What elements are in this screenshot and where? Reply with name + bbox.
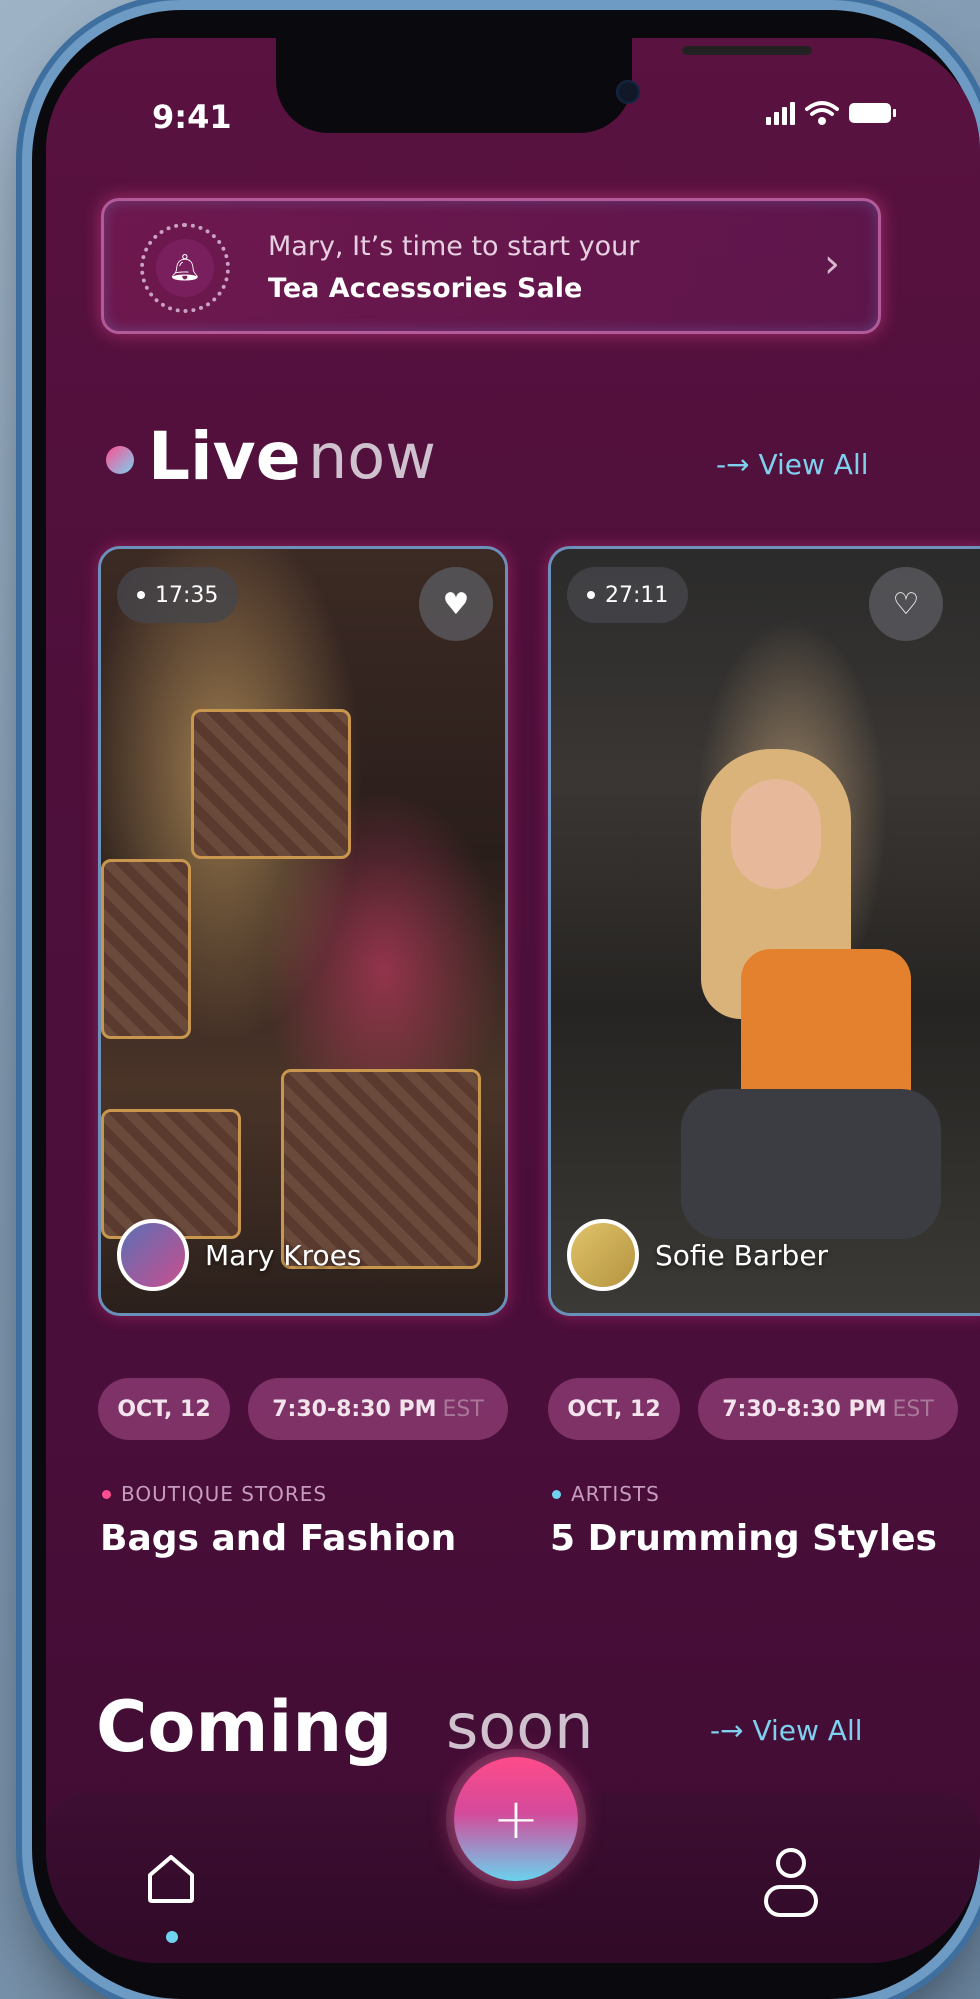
host-avatar[interactable] xyxy=(567,1219,639,1291)
coming-section-subtitle: soon xyxy=(446,1690,594,1763)
bag-illustration xyxy=(191,709,351,859)
home-icon[interactable] xyxy=(136,1843,206,1913)
host-info: Mary Kroes xyxy=(117,1219,362,1291)
live-timer: 17:35 xyxy=(117,567,239,623)
add-button[interactable]: + xyxy=(454,1757,578,1881)
banner-message: Mary, It’s time to start your xyxy=(268,231,640,262)
notch xyxy=(276,38,812,133)
bell-badge: 🔔︎ xyxy=(140,223,230,313)
card-image xyxy=(101,549,505,1313)
banner-sale-name: Tea Accessories Sale xyxy=(268,273,583,304)
time-range: 7:30-8:30 PM xyxy=(722,1396,887,1422)
category-label: ARTISTS xyxy=(571,1482,660,1506)
host-name: Sofie Barber xyxy=(655,1238,829,1272)
front-camera xyxy=(616,80,640,104)
coming-section-title: Coming xyxy=(96,1686,393,1768)
timezone: EST xyxy=(892,1396,934,1422)
bell-icon: 🔔︎ xyxy=(156,239,214,297)
person-illustration xyxy=(681,1089,941,1239)
signal-icon xyxy=(766,101,795,125)
heart-outline-icon[interactable]: ♡ xyxy=(869,567,943,641)
card-title[interactable]: Bags and Fashion xyxy=(100,1518,456,1559)
timer-value: 27:11 xyxy=(605,582,669,608)
live-indicator-dot xyxy=(106,446,134,474)
time-pill: 7:30-8:30 PM EST xyxy=(698,1378,958,1440)
coming-view-all-link[interactable]: -→ View All xyxy=(710,1714,863,1747)
live-timer: 27:11 xyxy=(567,567,689,623)
live-view-all-link[interactable]: -→ View All xyxy=(716,448,869,481)
speaker xyxy=(682,46,812,55)
category-label: BOUTIQUE STORES xyxy=(121,1482,328,1506)
timezone: EST xyxy=(442,1396,484,1422)
host-info: Sofie Barber xyxy=(567,1219,828,1291)
timer-value: 17:35 xyxy=(155,582,219,608)
heart-filled-icon[interactable]: ♥ xyxy=(419,567,493,641)
app-screen: 9:41 🔔︎ Mary, It’s time to start your Te… xyxy=(46,38,980,1963)
live-dot-icon xyxy=(587,591,595,599)
person-illustration xyxy=(731,779,821,889)
live-section-title: Live xyxy=(148,418,301,495)
status-icons xyxy=(766,100,896,126)
card-title[interactable]: 5 Drumming Styles xyxy=(550,1518,937,1559)
live-card-bags-fashion[interactable]: 17:35 ♥ Mary Kroes xyxy=(98,546,508,1316)
battery-icon xyxy=(849,103,896,123)
date-pill: OCT, 12 xyxy=(548,1378,680,1440)
live-card-drumming[interactable]: 27:11 ♡ Sofie Barber xyxy=(548,546,980,1316)
active-tab-indicator xyxy=(166,1931,178,1943)
person-illustration xyxy=(741,949,911,1109)
live-section-subtitle: now xyxy=(308,420,436,493)
date-pill: OCT, 12 xyxy=(98,1378,230,1440)
host-name: Mary Kroes xyxy=(205,1238,362,1272)
profile-icon[interactable] xyxy=(756,1843,826,1923)
status-time: 9:41 xyxy=(152,98,232,136)
category-dot-icon xyxy=(552,1489,561,1499)
card-image xyxy=(551,549,980,1313)
card-category: ARTISTS xyxy=(552,1482,660,1506)
bottom-nav: + xyxy=(46,1757,980,1963)
live-dot-icon xyxy=(137,591,145,599)
bag-illustration xyxy=(101,859,191,1039)
category-dot-icon xyxy=(102,1489,111,1499)
host-avatar[interactable] xyxy=(117,1219,189,1291)
chevron-right-icon: › xyxy=(824,241,840,287)
wifi-icon xyxy=(805,101,839,125)
time-pill: 7:30-8:30 PM EST xyxy=(248,1378,508,1440)
time-range: 7:30-8:30 PM xyxy=(272,1396,437,1422)
notification-banner[interactable]: 🔔︎ Mary, It’s time to start your Tea Acc… xyxy=(101,198,881,334)
card-category: BOUTIQUE STORES xyxy=(102,1482,327,1506)
